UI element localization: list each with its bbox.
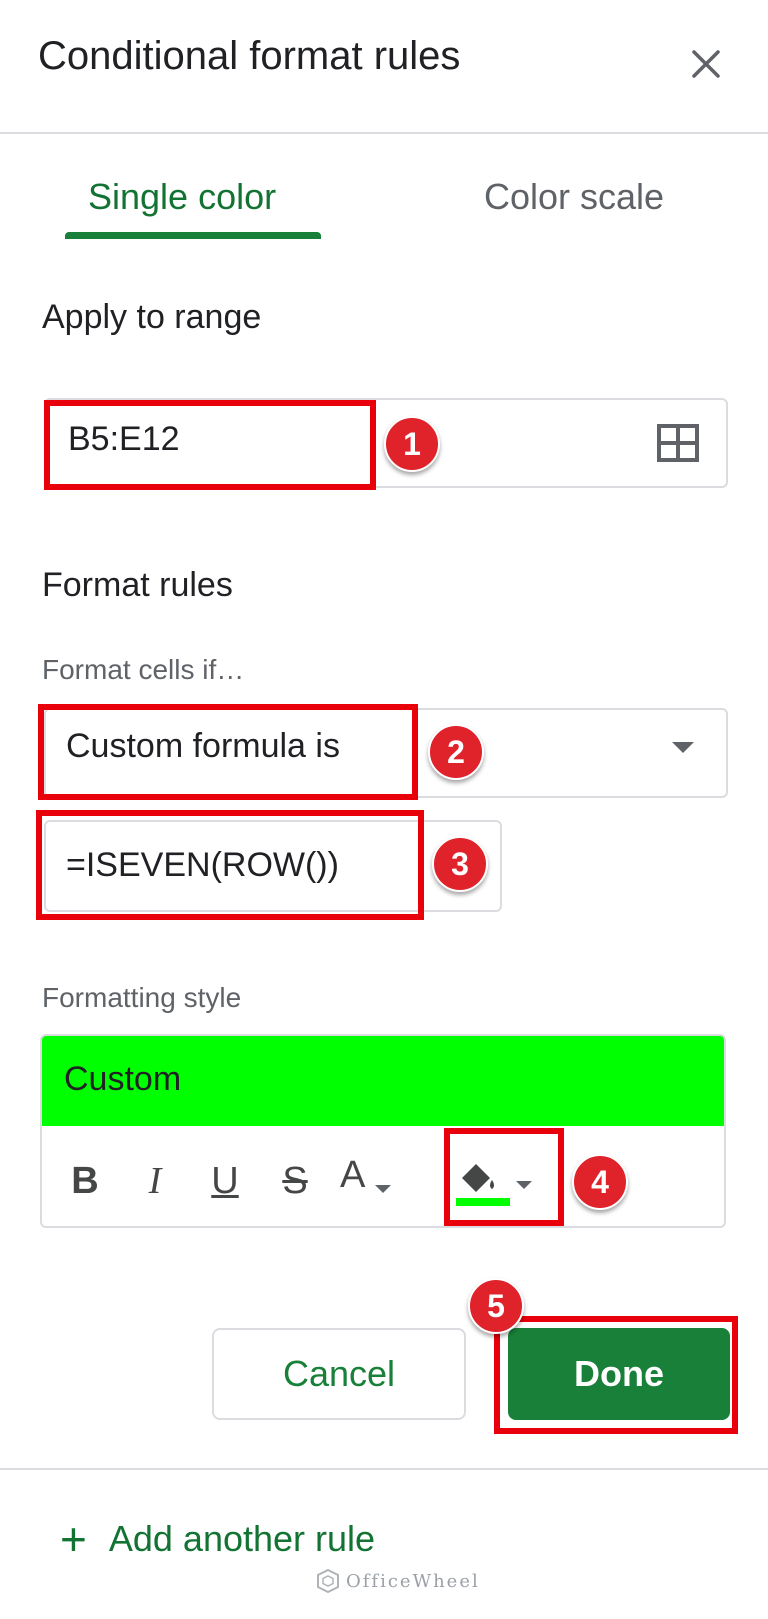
- done-button[interactable]: Done: [508, 1328, 730, 1420]
- underline-icon: U: [211, 1159, 239, 1202]
- annotation-badge-4: 4: [572, 1154, 628, 1210]
- formula-input-value[interactable]: =ISEVEN(ROW()): [66, 846, 339, 885]
- underline-button[interactable]: U: [200, 1156, 250, 1206]
- strikethrough-button[interactable]: S: [270, 1156, 320, 1206]
- annotation-badge-5: 5: [468, 1278, 524, 1334]
- tab-single-color[interactable]: Single color: [88, 176, 276, 218]
- plus-icon: +: [60, 1513, 87, 1565]
- close-button[interactable]: [682, 40, 730, 88]
- italic-button[interactable]: I: [130, 1156, 180, 1206]
- grid-select-icon[interactable]: [657, 424, 699, 462]
- fill-color-button[interactable]: [452, 1156, 544, 1206]
- annotation-badge-3: 3: [432, 836, 488, 892]
- cancel-button[interactable]: Cancel: [212, 1328, 466, 1420]
- strikethrough-icon: S: [282, 1159, 308, 1202]
- annotation-badge-1: 1: [384, 416, 440, 472]
- text-color-button[interactable]: A: [340, 1153, 420, 1206]
- close-icon: [692, 50, 720, 78]
- active-tab-indicator: [65, 232, 321, 239]
- annotation-badge-2: 2: [428, 724, 484, 780]
- panel-title: Conditional format rules: [38, 34, 461, 78]
- footer-divider: [0, 1468, 768, 1470]
- fill-color-icon: [456, 1164, 510, 1206]
- text-color-icon: A: [340, 1153, 366, 1196]
- add-rule-label: Add another rule: [108, 1518, 376, 1559]
- chevron-down-icon: [375, 1185, 392, 1193]
- condition-label: Format cells if…: [42, 654, 245, 685]
- add-another-rule-button[interactable]: + Add another rule: [60, 1513, 376, 1565]
- format-rules-heading: Format rules: [42, 566, 233, 604]
- watermark-logo-icon: [317, 1568, 339, 1594]
- condition-dropdown-value[interactable]: Custom formula is: [66, 727, 340, 766]
- italic-icon: I: [148, 1160, 162, 1202]
- header-divider: [0, 132, 768, 134]
- bold-button[interactable]: B: [60, 1156, 110, 1206]
- apply-range-heading: Apply to range: [42, 298, 262, 336]
- style-preview-text: Custom: [64, 1060, 182, 1098]
- chevron-down-icon: [516, 1181, 532, 1189]
- watermark: OfficeWheel: [316, 1568, 480, 1594]
- watermark-text: OfficeWheel: [346, 1570, 480, 1592]
- range-input-value[interactable]: B5:E12: [68, 420, 180, 459]
- chevron-down-icon[interactable]: [672, 742, 694, 753]
- tab-color-scale[interactable]: Color scale: [484, 176, 664, 218]
- formatting-style-card: Custom B I U S A: [40, 1034, 726, 1228]
- bold-icon: B: [71, 1159, 99, 1202]
- formatting-style-label: Formatting style: [42, 982, 242, 1013]
